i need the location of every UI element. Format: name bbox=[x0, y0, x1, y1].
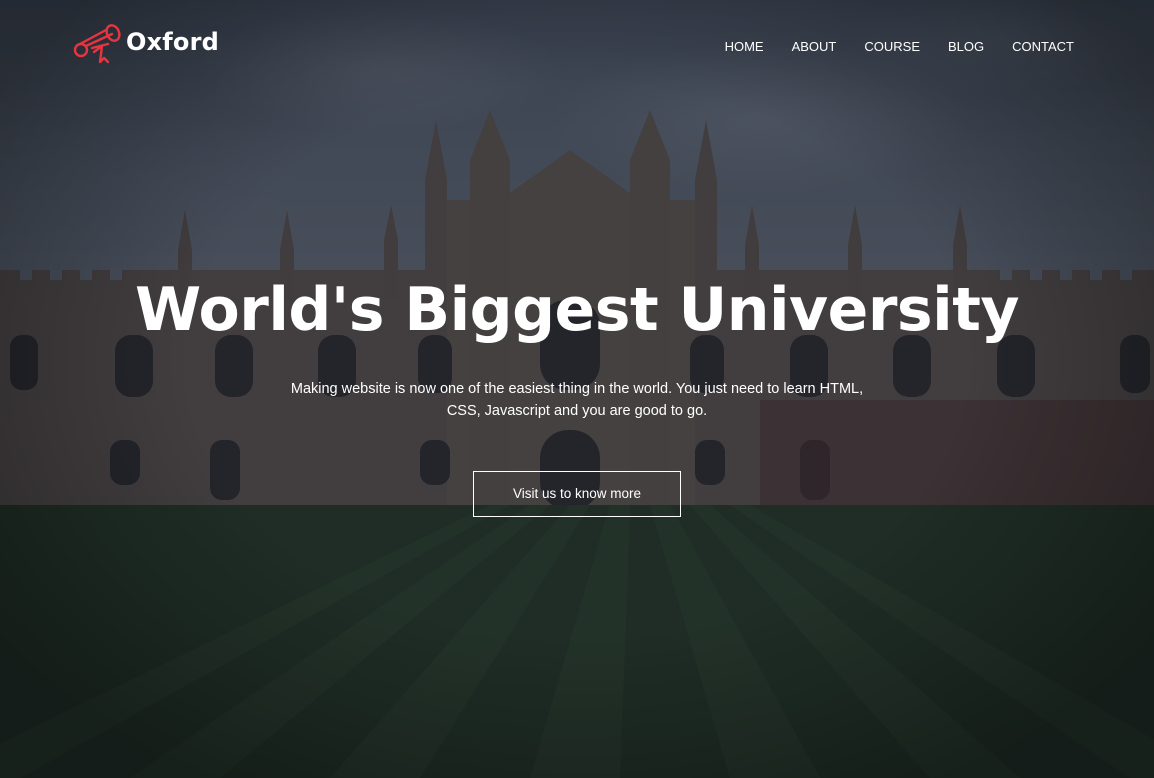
nav-course[interactable]: COURSE bbox=[864, 38, 920, 56]
nav-contact[interactable]: CONTACT bbox=[1012, 38, 1074, 56]
brand-logo[interactable]: Oxford bbox=[72, 22, 219, 66]
hero-content: World's Biggest University Making websit… bbox=[0, 268, 1154, 517]
nav-about[interactable]: ABOUT bbox=[792, 38, 837, 56]
nav-home[interactable]: HOME bbox=[725, 38, 764, 56]
graduation-scroll-icon bbox=[73, 24, 121, 64]
brand-name: Oxford bbox=[126, 28, 220, 56]
hero-title: World's Biggest University bbox=[135, 275, 1019, 345]
site-header: Oxford HOME ABOUT COURSE BLOG CONTACT bbox=[0, 0, 1154, 90]
visit-us-button[interactable]: Visit us to know more bbox=[473, 471, 681, 517]
hero-subtitle: Making website is now one of the easiest… bbox=[290, 381, 864, 419]
hero-section: Oxford HOME ABOUT COURSE BLOG CONTACT Wo… bbox=[0, 0, 1154, 778]
main-nav: HOME ABOUT COURSE BLOG CONTACT bbox=[697, 38, 1074, 56]
nav-blog[interactable]: BLOG bbox=[948, 38, 984, 56]
